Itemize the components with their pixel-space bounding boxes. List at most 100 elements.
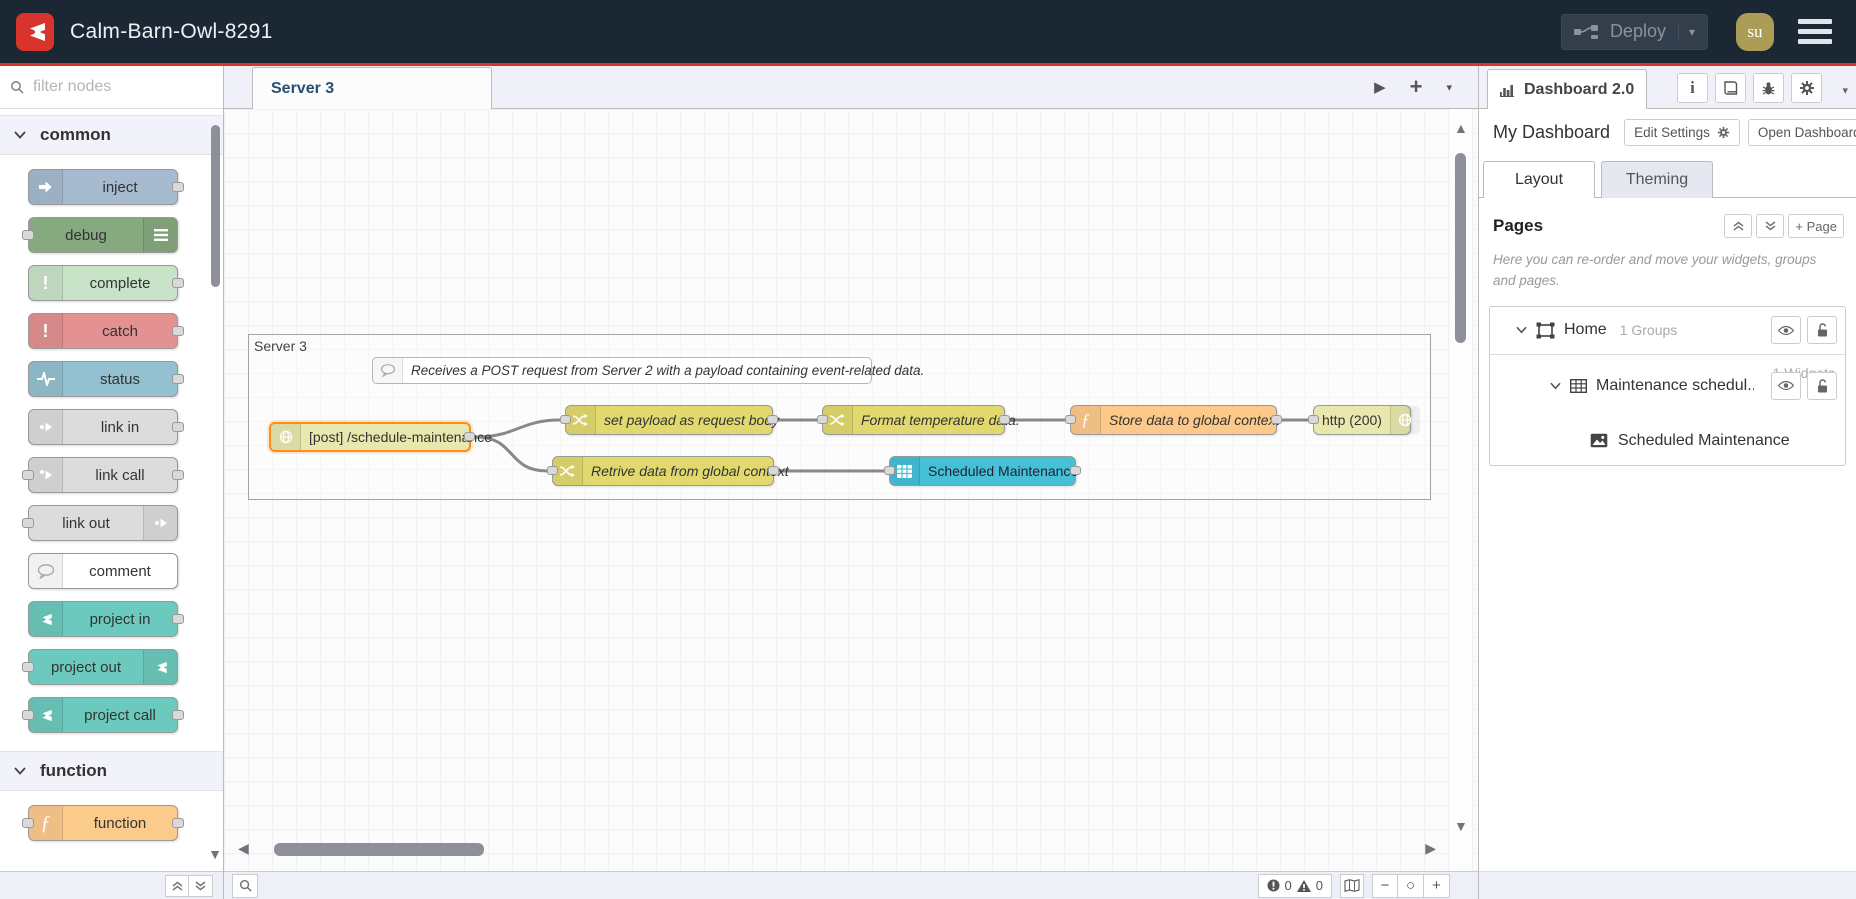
main-menu-button[interactable] (1798, 19, 1832, 44)
input-port (1308, 415, 1319, 424)
zoom-in-button[interactable]: + (1424, 873, 1450, 898)
comment-text: Receives a POST request from Server 2 wi… (411, 363, 925, 378)
palette-scroll-down-arrow[interactable]: ▼ (208, 847, 222, 861)
http-response-node[interactable]: http (200) (1308, 405, 1420, 435)
node-red-app: Calm-Barn-Owl-8291 Deploy ▾ su common (0, 0, 1856, 899)
page-icon (1536, 322, 1555, 339)
node-label: set payload as request body (604, 412, 780, 428)
palette-scrollbar-thumb[interactable] (211, 125, 220, 287)
vertical-scroll-thumb[interactable] (1455, 153, 1466, 343)
palette-node-inject[interactable]: inject (28, 169, 184, 205)
navigator-button[interactable] (1340, 873, 1364, 898)
deploy-button[interactable]: Deploy ▾ (1560, 13, 1708, 50)
tab-scroll-right-icon[interactable]: ▶ (1374, 78, 1386, 96)
notification-counts[interactable]: 0 0 (1257, 873, 1332, 898)
debug-tab-button[interactable] (1753, 73, 1784, 103)
tree-row-group-maintenance[interactable]: Maintenance schedul... 1 Widgets (1490, 355, 1845, 417)
palette-node-label: debug (65, 226, 107, 244)
expand-all-button[interactable] (189, 874, 213, 897)
catch-icon: ! (29, 314, 63, 348)
palette-node-comment[interactable]: comment (28, 553, 178, 589)
zoom-out-button[interactable]: − (1372, 873, 1398, 898)
change-node-set-payload[interactable]: set payload as request body (560, 405, 779, 435)
palette-node-project-call[interactable]: project call (22, 697, 184, 733)
http-in-node[interactable]: [post] /schedule-maintenance (269, 422, 492, 452)
flow-tab-server3[interactable]: Server 3 (252, 67, 492, 109)
flow-wires (474, 418, 1310, 473)
palette-search[interactable] (0, 66, 223, 109)
sidebar-caret[interactable]: ▾ (1842, 84, 1848, 97)
edit-settings-button[interactable]: Edit Settings (1624, 119, 1740, 146)
palette-node-link-call[interactable]: link call (22, 457, 184, 493)
chevron-down-icon[interactable] (1550, 382, 1561, 390)
canvas-vertical-scrollbar[interactable]: ▲ ▼ (1450, 109, 1472, 871)
scroll-left-arrow[interactable]: ◀ (238, 841, 249, 855)
scroll-up-arrow[interactable]: ▲ (1454, 121, 1468, 135)
edit-settings-label: Edit Settings (1634, 125, 1710, 140)
palette-node-project-in[interactable]: project in (28, 601, 184, 637)
tab-theming[interactable]: Theming (1601, 161, 1713, 198)
visibility-button[interactable] (1771, 316, 1801, 345)
zoom-controls: − ○ + (1372, 873, 1450, 898)
visibility-button[interactable] (1771, 371, 1801, 400)
info-tab-button[interactable]: i (1677, 73, 1708, 103)
palette-node-label: inject (102, 178, 138, 196)
palette-node-link-in[interactable]: link in (28, 409, 184, 445)
flow-canvas[interactable]: Server 3 Receives a POST request from Se… (224, 109, 1478, 871)
add-page-button[interactable]: + Page (1788, 214, 1844, 238)
palette-category-function[interactable]: function (0, 751, 223, 791)
palette-filter-input[interactable] (31, 77, 181, 97)
palette-category-common[interactable]: common (0, 115, 223, 155)
help-tab-button[interactable] (1715, 73, 1746, 103)
horizontal-scroll-thumb[interactable] (274, 843, 484, 856)
pages-collapse-button[interactable] (1724, 214, 1753, 238)
palette-node-project-out[interactable]: project out (22, 649, 178, 685)
error-icon (1267, 879, 1280, 892)
page-row-buttons (1771, 316, 1837, 345)
input-port (22, 710, 34, 720)
collapse-all-button[interactable] (165, 874, 189, 897)
open-dashboard-button[interactable]: Open Dashboard (1747, 119, 1856, 146)
chevron-down-icon[interactable] (1516, 326, 1527, 334)
scroll-right-arrow[interactable]: ▶ (1425, 841, 1436, 855)
deploy-options-caret[interactable]: ▾ (1677, 24, 1695, 39)
lock-button[interactable] (1807, 316, 1837, 345)
change-node-retrieve-data[interactable]: Retrive data from global context (547, 456, 789, 486)
add-flow-button[interactable]: + (1410, 74, 1423, 100)
palette-node-function[interactable]: ƒ function (22, 805, 184, 841)
tab-layout[interactable]: Layout (1483, 161, 1595, 198)
node-label: http (200) (1322, 412, 1382, 428)
pages-expand-button[interactable] (1756, 214, 1785, 238)
zoom-reset-button[interactable]: ○ (1398, 873, 1424, 898)
palette-node-catch[interactable]: ! catch (28, 313, 184, 349)
user-avatar[interactable]: su (1736, 12, 1774, 51)
lock-button[interactable] (1807, 371, 1837, 400)
tree-row-widget-scheduled-maintenance[interactable]: Scheduled Maintenance (1490, 417, 1845, 465)
settings-tab-button[interactable] (1791, 73, 1822, 103)
node-label: Store data to global context (1109, 412, 1280, 428)
scroll-down-arrow[interactable]: ▼ (1454, 819, 1468, 833)
palette-node-debug[interactable]: debug (22, 217, 178, 253)
output-port (172, 374, 184, 384)
tab-dashboard-2[interactable]: Dashboard 2.0 (1487, 69, 1648, 109)
comment-node[interactable]: Receives a POST request from Server 2 wi… (372, 357, 924, 384)
palette-node-link-out[interactable]: link out (22, 505, 178, 541)
palette-node-status[interactable]: status (28, 361, 184, 397)
ui-table-node[interactable]: Scheduled Maintenance (884, 456, 1081, 486)
change-node-format-temperature[interactable]: Format temperature data. (817, 405, 1020, 435)
palette-footer (0, 871, 223, 899)
globe-icon (271, 424, 301, 450)
pages-title: Pages (1493, 216, 1544, 235)
palette-node-label: project call (84, 706, 156, 724)
input-port (1065, 415, 1076, 424)
palette-node-complete[interactable]: ! complete (28, 265, 184, 301)
node-label: Retrive data from global context (591, 463, 789, 479)
flow-list-caret[interactable]: ▾ (1446, 81, 1452, 94)
node-red-logo-icon (16, 12, 54, 51)
function-node-store-data[interactable]: ƒ Store data to global context (1065, 405, 1282, 435)
warning-icon (1296, 879, 1311, 892)
sidebar-footer (1479, 871, 1856, 899)
tree-row-page-home[interactable]: Home 1 Groups (1490, 307, 1845, 355)
canvas-search-button[interactable] (232, 873, 258, 898)
open-dashboard-label: Open Dashboard (1757, 125, 1856, 140)
